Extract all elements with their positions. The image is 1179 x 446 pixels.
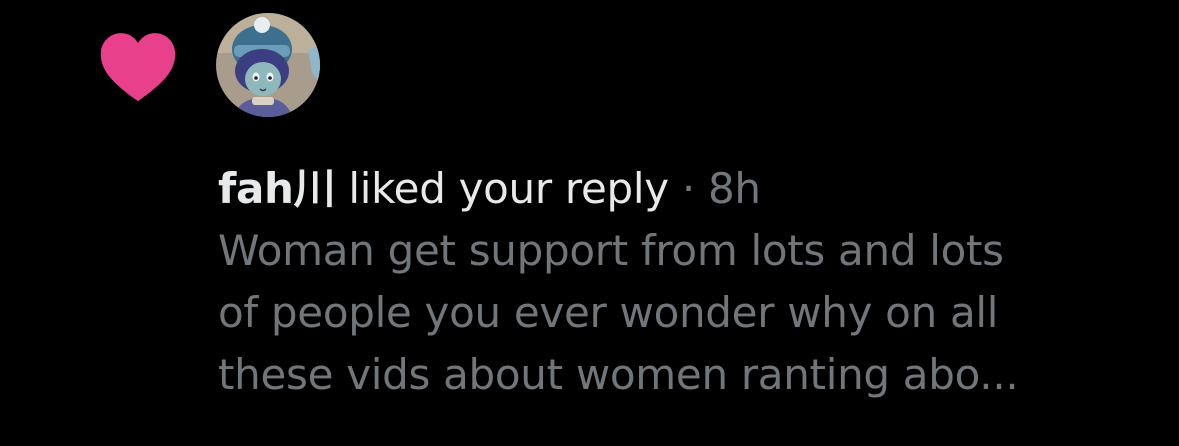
- reply-line: of people you ever wonder why on all: [218, 288, 999, 337]
- separator: ·: [681, 164, 695, 213]
- action-text: liked your reply: [348, 164, 669, 213]
- notification-content: fah川 liked your reply · 8h Woman get sup…: [218, 158, 1158, 406]
- reply-line: Woman get support from lots and lots: [218, 226, 1004, 275]
- timestamp: 8h: [707, 164, 761, 213]
- notification-headline: fah川 liked your reply · 8h: [218, 158, 1158, 220]
- heart-icon: [100, 33, 176, 102]
- avatar-image: [216, 13, 320, 117]
- reply-line: these vids about women ranting abo...: [218, 350, 1019, 399]
- like-notification[interactable]: fah川 liked your reply · 8h Woman get sup…: [0, 0, 1179, 446]
- avatar[interactable]: [216, 13, 320, 117]
- username[interactable]: fah川: [218, 164, 336, 213]
- reply-preview[interactable]: Woman get support from lots and lots of …: [218, 220, 1158, 406]
